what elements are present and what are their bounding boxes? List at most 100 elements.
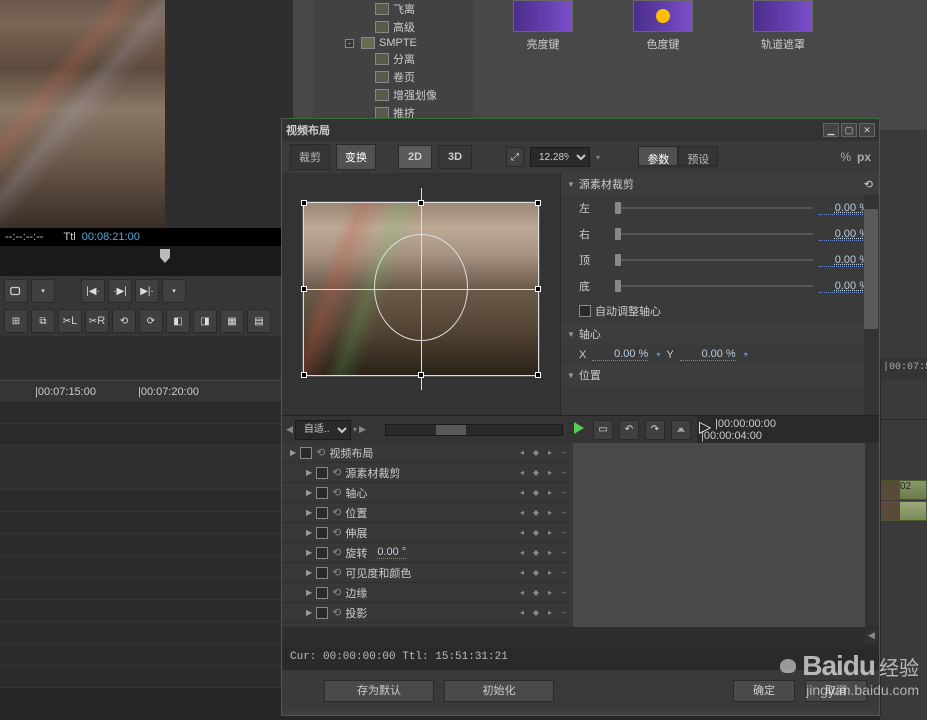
- prop-enable-checkbox[interactable]: [300, 447, 312, 459]
- prop-row[interactable]: ▶ ⟲ 源素材裁剪 ◂ ◆ ▸ –: [282, 463, 573, 483]
- prop-enable-checkbox[interactable]: [316, 507, 328, 519]
- prop-row[interactable]: ▶ ⟲ 边缘 ◂ ◆ ▸ –: [282, 583, 573, 603]
- prop-enable-checkbox[interactable]: [316, 607, 328, 619]
- timeline-clip-2[interactable]: [881, 501, 927, 521]
- keyframe-ruler[interactable]: ▷ |00:00:00:00 |00:00:04:00: [697, 416, 879, 443]
- keyframe-track-area[interactable]: [573, 443, 879, 627]
- kf-next-icon[interactable]: ▸: [545, 528, 555, 538]
- kf-del-icon[interactable]: –: [559, 528, 569, 538]
- undo-kf-button[interactable]: ↶: [619, 420, 639, 440]
- kf-prev-icon[interactable]: ◂: [517, 528, 527, 538]
- unit-percent-icon[interactable]: %: [840, 150, 851, 164]
- param-value[interactable]: 0.00 %: [819, 228, 869, 241]
- handle-tr[interactable]: [535, 200, 541, 206]
- mark-out-button[interactable]: ·▶|: [108, 279, 132, 303]
- kf-del-icon[interactable]: –: [559, 468, 569, 478]
- scrub-playhead[interactable]: [160, 249, 170, 263]
- dropdown-caret[interactable]: ▾: [31, 279, 55, 303]
- kf-next-icon[interactable]: ▸: [545, 588, 555, 598]
- tool-b-button[interactable]: ⟳: [139, 309, 163, 333]
- prop-enable-checkbox[interactable]: [316, 487, 328, 499]
- mode-2d-button[interactable]: 2D: [398, 145, 432, 169]
- prop-row[interactable]: ▶ ⟲ 可见度和颜色 ◂ ◆ ▸ –: [282, 563, 573, 583]
- prop-reset-icon[interactable]: ⟲: [332, 586, 341, 599]
- go-in-button[interactable]: ▶|·: [135, 279, 159, 303]
- tab-presets[interactable]: 预设: [678, 146, 718, 166]
- dropdown-caret-2[interactable]: ▾: [162, 279, 186, 303]
- param-value[interactable]: 0.00 %: [819, 254, 869, 267]
- kf-hscroll[interactable]: [385, 424, 563, 436]
- prop-row[interactable]: ▶ ⟲ 视频布局 ◂ ◆ ▸ –: [282, 443, 573, 463]
- kf-prev-icon[interactable]: ◂: [517, 568, 527, 578]
- kf-del-icon[interactable]: –: [559, 448, 569, 458]
- play-button[interactable]: [571, 420, 587, 439]
- handle-tm[interactable]: [418, 200, 424, 206]
- kf-prev-icon[interactable]: ◂: [517, 548, 527, 558]
- kf-add-icon[interactable]: ◆: [531, 528, 541, 538]
- param-value[interactable]: 0.00 %: [819, 280, 869, 293]
- tree-item[interactable]: 高级: [313, 18, 473, 36]
- fx-thumb-chromakey[interactable]: 色度键: [628, 0, 698, 52]
- kf-add-icon[interactable]: ◆: [531, 588, 541, 598]
- reset-icon[interactable]: ⟲: [864, 178, 873, 191]
- axis-x-value[interactable]: 0.00 %: [592, 348, 648, 361]
- save-default-button[interactable]: 存为默认: [324, 680, 434, 702]
- kf-next-icon[interactable]: ▸: [545, 508, 555, 518]
- param-value[interactable]: 0.00 %: [819, 202, 869, 215]
- tab-crop[interactable]: 裁剪: [290, 144, 330, 170]
- prop-reset-icon[interactable]: ⟲: [332, 526, 341, 539]
- prop-reset-icon[interactable]: ⟲: [332, 546, 341, 559]
- param-slider[interactable]: [615, 285, 813, 287]
- kf-add-icon[interactable]: ◆: [531, 608, 541, 618]
- mode-3d-button[interactable]: 3D: [438, 145, 472, 169]
- loop-toggle[interactable]: ▭: [593, 420, 613, 440]
- kf-add-icon[interactable]: ◆: [531, 468, 541, 478]
- unit-px-icon[interactable]: px: [857, 150, 871, 164]
- prop-row[interactable]: ▶ ⟲ 伸展 ◂ ◆ ▸ –: [282, 523, 573, 543]
- mark-in-button[interactable]: |◀·: [81, 279, 105, 303]
- handle-mr[interactable]: [535, 286, 541, 292]
- prop-reset-icon[interactable]: ⟲: [332, 606, 341, 619]
- kf-hscroll-bottom[interactable]: ◀: [282, 627, 879, 647]
- prop-enable-checkbox[interactable]: [316, 547, 328, 559]
- kf-next-icon[interactable]: ▶: [359, 424, 366, 435]
- section-axis[interactable]: ▼轴心⟲: [561, 323, 879, 345]
- kf-del-icon[interactable]: –: [559, 508, 569, 518]
- tree-item[interactable]: 飞离: [313, 0, 473, 18]
- cut-left-button[interactable]: ✂L: [58, 309, 82, 333]
- tree-folder-smpte[interactable]: -SMPTE: [313, 36, 473, 50]
- kf-del-icon[interactable]: –: [559, 548, 569, 558]
- kf-add-icon[interactable]: ◆: [531, 508, 541, 518]
- tab-parameters[interactable]: 参数: [638, 146, 678, 166]
- minimize-button[interactable]: ▁: [823, 123, 839, 137]
- fx-thumb-trackmatte[interactable]: 轨道遮罩: [748, 0, 818, 52]
- kf-fit-select[interactable]: 自适...: [295, 420, 351, 440]
- layout-preview[interactable]: [282, 173, 560, 415]
- timeline-clip[interactable]: 02: [881, 480, 927, 500]
- tree-item[interactable]: 分离: [313, 50, 473, 68]
- playhead-icon[interactable]: ▷: [699, 417, 711, 437]
- kf-next-icon[interactable]: ▸: [545, 448, 555, 458]
- handle-br[interactable]: [535, 372, 541, 378]
- kf-del-icon[interactable]: –: [559, 568, 569, 578]
- prop-row[interactable]: ▶ ⟲ 旋转 0.00 ° ◂ ◆ ▸ –: [282, 543, 573, 563]
- kf-next-icon[interactable]: ▸: [545, 608, 555, 618]
- kf-next-icon[interactable]: ▸: [545, 488, 555, 498]
- handle-bl[interactable]: [301, 372, 307, 378]
- handle-ml[interactable]: [301, 286, 307, 292]
- tree-item[interactable]: 增强划像: [313, 86, 473, 104]
- prop-enable-checkbox[interactable]: [316, 587, 328, 599]
- zoom-select[interactable]: 12.28%: [530, 147, 590, 167]
- kf-prev-icon[interactable]: ◂: [517, 588, 527, 598]
- prop-row[interactable]: ▶ ⟲ 位置 ◂ ◆ ▸ –: [282, 503, 573, 523]
- close-button[interactable]: ✕: [859, 123, 875, 137]
- tool-c-button[interactable]: ◧: [166, 309, 190, 333]
- kf-next-icon[interactable]: ▸: [545, 568, 555, 578]
- kf-next-icon[interactable]: ▸: [545, 548, 555, 558]
- tool-e-button[interactable]: ▦: [220, 309, 244, 333]
- fx-thumb-lumakey[interactable]: 亮度键: [508, 0, 578, 52]
- dialog-titlebar[interactable]: 视频布局 ▁ ▢ ✕: [282, 119, 879, 141]
- param-slider[interactable]: [615, 259, 813, 261]
- kf-prev-icon[interactable]: ◂: [517, 508, 527, 518]
- prop-enable-checkbox[interactable]: [316, 567, 328, 579]
